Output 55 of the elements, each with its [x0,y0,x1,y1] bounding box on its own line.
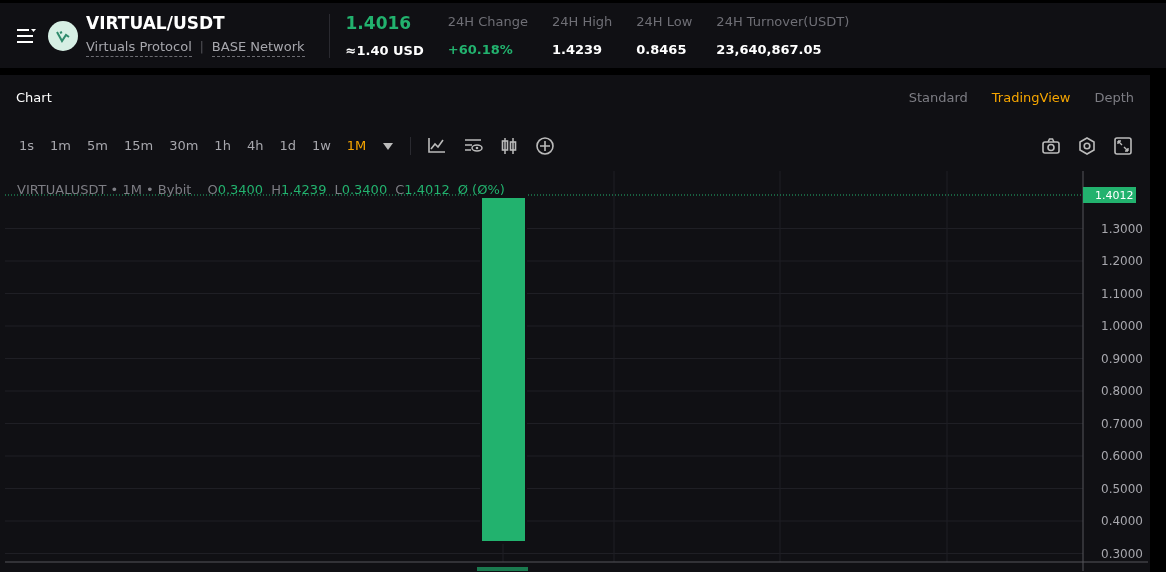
price-tag: 1.4012 [1083,187,1136,203]
price-axis-label: 0.3000 [1101,546,1143,561]
interval-tab[interactable]: 1m [50,136,71,156]
interval-tab[interactable]: 15m [123,136,154,156]
price-axis-label: 0.4000 [1101,514,1143,528]
settings-icon[interactable] [1077,136,1097,156]
price-axis-label: 1.3000 [1101,221,1143,236]
info-link[interactable]: Virtuals Protocol [86,36,192,58]
price-axis-label: 0.5000 [1101,481,1143,496]
usd-price: ≈1.40 USD [345,41,424,60]
interval-tab[interactable]: 1h [214,136,231,156]
stat-label: 24H Change [447,13,528,31]
stat-label: 24H Turnover(USDT) [716,13,850,31]
fullscreen-icon[interactable] [1113,136,1133,156]
pair-title: VIRTUAL/USDT [86,13,226,33]
stat-value: 23,640,867.05 [716,40,823,59]
interval-tab[interactable]: 5m [87,136,108,156]
ohlc-value: L0.3400 [334,181,388,199]
separator: | [199,38,204,56]
price-axis-label: 0.9000 [1101,351,1143,366]
price-axis-label: 0.8000 [1101,384,1143,398]
view-tab[interactable]: Depth [1094,88,1134,108]
stat-value: 1.4239 [551,40,604,59]
change-value: Ø (Ø%) [457,181,505,199]
dropdown-caret-icon[interactable] [382,141,395,151]
stat-label: 24H Low [636,13,693,31]
line-chart-icon[interactable] [427,136,448,156]
price-axis-label: 1.0000 [1101,319,1143,333]
stat-value: +60.18% [447,40,514,59]
price-axis-label: 0.6000 [1101,449,1143,463]
volume-bar [477,567,528,571]
ohlc-value: O0.3400 [207,181,264,199]
interval-tab[interactable]: 1s [19,136,35,156]
interval-tab[interactable]: 30m [169,136,199,156]
token-logo-icon [48,20,78,51]
ohlc-value: H1.4239 [271,181,327,199]
price-axis-label: 1.2000 [1101,254,1143,268]
price-axis-label: 0.7000 [1101,416,1143,431]
add-circle-icon[interactable] [535,136,556,156]
stat-label: 24H High [551,13,613,31]
interval-tab[interactable]: 1M [346,136,367,156]
symbol-label: VIRTUALUSDT • 1M • Bybit [17,181,192,199]
view-tab[interactable]: TradingView [991,88,1071,108]
stat-value: 0.8465 [636,40,688,59]
menu-icon[interactable] [16,27,36,44]
camera-icon[interactable] [1041,136,1061,156]
interval-tab[interactable]: 1d [279,136,296,156]
info-link[interactable]: BASE Network [211,36,305,58]
view-tab[interactable]: Standard [908,88,968,108]
last-price: 1.4016 [345,12,413,35]
interval-tab[interactable]: 1w [311,136,331,156]
interval-tab[interactable]: 4h [246,136,264,156]
ohlc-value: C1.4012 [395,181,450,199]
panel-title: Chart [16,89,52,108]
price-axis-label: 1.1000 [1101,286,1143,301]
